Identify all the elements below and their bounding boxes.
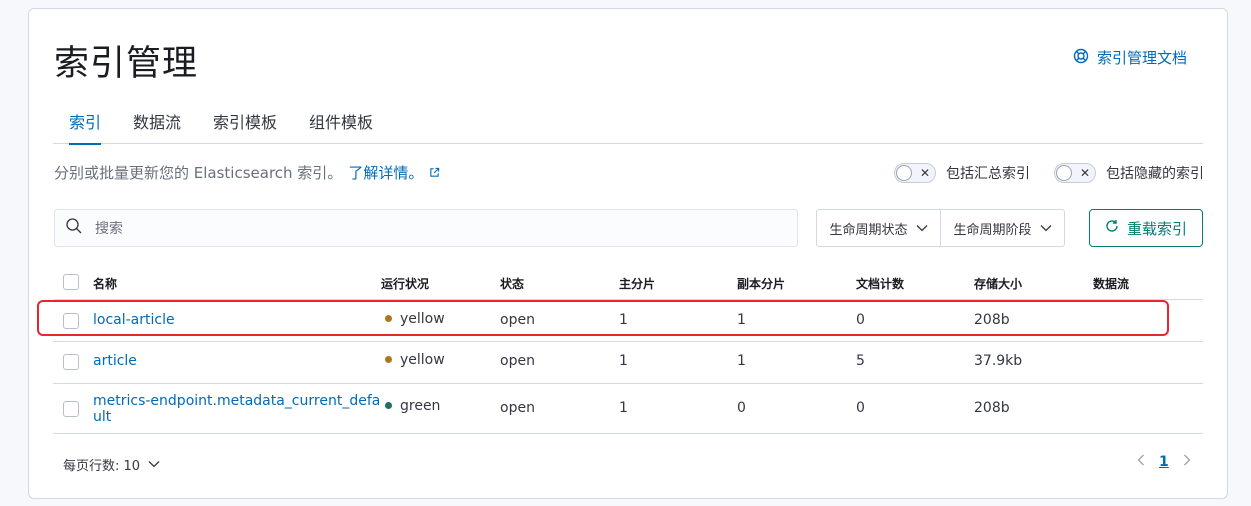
select-all-checkbox[interactable] bbox=[63, 274, 79, 290]
description-text: 分别或批量更新您的 Elasticsearch 索引。 bbox=[54, 164, 343, 182]
health-dot-icon bbox=[385, 355, 392, 363]
lifebuoy-icon bbox=[1073, 48, 1089, 68]
chevron-down-icon bbox=[916, 221, 928, 236]
chevron-down-icon bbox=[148, 457, 160, 472]
cross-icon: ✕ bbox=[1079, 166, 1090, 180]
docs-cell: 0 bbox=[856, 400, 865, 416]
search-placeholder: 搜索 bbox=[95, 221, 123, 237]
doc-link-label: 索引管理文档 bbox=[1097, 49, 1188, 67]
replicas-cell: 0 bbox=[737, 400, 746, 416]
status-cell: open bbox=[500, 400, 535, 416]
index-name-link[interactable]: article bbox=[93, 353, 137, 369]
size-cell: 208b bbox=[974, 400, 1010, 416]
search-icon bbox=[65, 217, 83, 239]
size-cell: 37.9kb bbox=[974, 353, 1023, 369]
lifecycle-phase-filter[interactable]: 生命周期阶段 bbox=[940, 210, 1064, 246]
include-hidden-toggle-group: ✕ 包括隐藏的索引 bbox=[1054, 163, 1204, 183]
index-name-line: ult bbox=[93, 409, 112, 425]
index-management-panel: 索引管理 索引管理文档 索引 数据流 索引模板 组件模板 分别或批量更新您的 E… bbox=[28, 8, 1228, 499]
reload-label: 重载索引 bbox=[1126, 219, 1187, 238]
chevron-right-icon[interactable] bbox=[1183, 454, 1191, 470]
tab-indices[interactable]: 索引 bbox=[69, 109, 102, 145]
switch-knob bbox=[896, 165, 912, 181]
row-divider bbox=[53, 433, 1203, 434]
column-header-replicas[interactable]: 副本分片 bbox=[737, 275, 785, 292]
index-name-line: metrics-endpoint.metadata_current_defa bbox=[93, 393, 381, 409]
column-header-status[interactable]: 状态 bbox=[500, 275, 524, 292]
pagination: 1 bbox=[1137, 454, 1191, 470]
index-name-link[interactable]: metrics-endpoint.metadata_current_defa u… bbox=[93, 393, 380, 425]
rows-per-page-selector[interactable]: 每页行数: 10 bbox=[63, 455, 160, 474]
lifecycle-phase-label: 生命周期阶段 bbox=[953, 222, 1032, 238]
column-header-size[interactable]: 存储大小 bbox=[974, 275, 1022, 292]
rows-per-page-label: 每页行数: 10 bbox=[63, 459, 141, 474]
health-dot-icon bbox=[385, 401, 392, 409]
description: 分别或批量更新您的 Elasticsearch 索引。 了解详情。 bbox=[54, 162, 440, 183]
highlight-box bbox=[37, 300, 1169, 336]
include-rollup-switch[interactable]: ✕ bbox=[894, 163, 936, 183]
include-rollup-label: 包括汇总索引 bbox=[946, 166, 1030, 182]
tab-data-streams[interactable]: 数据流 bbox=[133, 109, 181, 143]
doc-link[interactable]: 索引管理文档 bbox=[1073, 47, 1187, 68]
external-link-icon bbox=[429, 164, 440, 182]
column-header-docs[interactable]: 文档计数 bbox=[856, 275, 904, 292]
page-title: 索引管理 bbox=[54, 44, 199, 84]
health-label: green bbox=[400, 398, 441, 414]
include-hidden-label: 包括隐藏的索引 bbox=[1106, 166, 1204, 182]
tab-component-templates[interactable]: 组件模板 bbox=[309, 109, 373, 143]
lifecycle-status-label: 生命周期状态 bbox=[829, 222, 908, 238]
tab-index-templates[interactable]: 索引模板 bbox=[213, 109, 277, 143]
cross-icon: ✕ bbox=[919, 166, 930, 180]
switch-knob bbox=[1056, 165, 1072, 181]
tab-bar: 索引 数据流 索引模板 组件模板 bbox=[53, 105, 1203, 145]
chevron-down-icon bbox=[1040, 221, 1052, 236]
primary-cell: 1 bbox=[619, 353, 628, 369]
page-number-button[interactable]: 1 bbox=[1159, 454, 1169, 470]
row-divider bbox=[53, 341, 1203, 342]
primary-cell: 1 bbox=[619, 400, 628, 416]
learn-more-link[interactable]: 了解详情。 bbox=[348, 162, 440, 183]
replicas-cell: 1 bbox=[737, 353, 746, 369]
column-header-data-stream[interactable]: 数据流 bbox=[1093, 275, 1129, 292]
docs-cell: 5 bbox=[856, 353, 865, 369]
chevron-left-icon[interactable] bbox=[1137, 454, 1145, 470]
include-hidden-switch[interactable]: ✕ bbox=[1054, 163, 1096, 183]
include-rollup-toggle-group: ✕ 包括汇总索引 bbox=[894, 163, 1030, 183]
lifecycle-status-filter[interactable]: 生命周期状态 bbox=[817, 210, 940, 246]
health-label: yellow bbox=[400, 352, 445, 368]
health-cell: green bbox=[385, 398, 440, 414]
health-cell: yellow bbox=[385, 352, 445, 368]
filter-group: 生命周期状态 生命周期阶段 bbox=[816, 209, 1065, 247]
column-header-name[interactable]: 名称 bbox=[93, 275, 117, 292]
column-header-primary[interactable]: 主分片 bbox=[619, 275, 655, 292]
learn-more-label: 了解详情。 bbox=[348, 164, 424, 182]
row-divider bbox=[53, 383, 1203, 384]
column-header-health[interactable]: 运行状况 bbox=[381, 275, 429, 292]
refresh-icon bbox=[1105, 219, 1119, 237]
status-cell: open bbox=[500, 353, 535, 369]
reload-indices-button[interactable]: 重载索引 bbox=[1089, 209, 1203, 247]
row-checkbox[interactable] bbox=[63, 354, 79, 370]
row-checkbox[interactable] bbox=[63, 401, 79, 417]
search-input[interactable]: 搜索 bbox=[54, 209, 798, 247]
